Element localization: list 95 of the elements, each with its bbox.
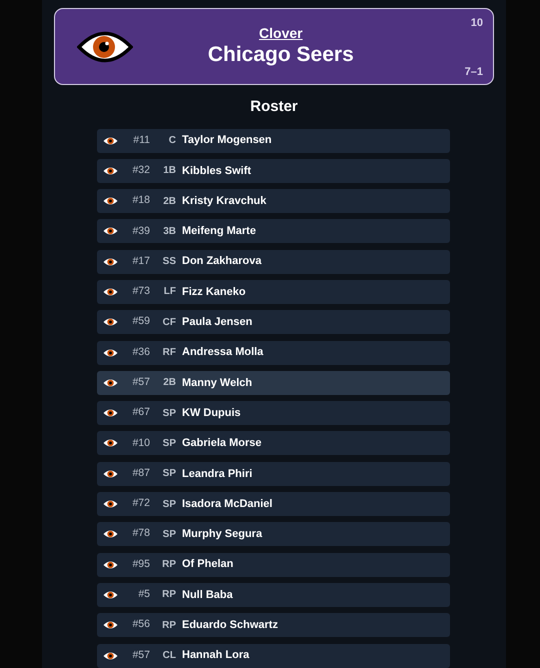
player-position: SS — [162, 255, 177, 270]
player-position: SP — [162, 406, 177, 421]
eye-icon — [103, 378, 118, 388]
player-row[interactable]: #11 C Taylor Mogensen — [97, 128, 450, 152]
player-row[interactable]: #78 SP Murphy Segura — [97, 522, 450, 546]
player-name: Fizz Kaneko — [182, 284, 246, 300]
player-name: Kibbles Swift — [182, 164, 252, 179]
team-record: 7–1 — [464, 64, 483, 80]
player-position: SP — [162, 467, 177, 482]
eye-icon — [103, 317, 118, 328]
player-name: Leandra Phiri — [182, 466, 252, 482]
player-name: Eduardo Schwartz — [182, 618, 278, 633]
player-number: #39 — [131, 224, 151, 239]
player-number: #56 — [131, 617, 151, 632]
player-number: #72 — [131, 496, 151, 512]
player-number: #57 — [131, 375, 151, 390]
player-position: 2B — [162, 194, 177, 209]
team-rank: 10 — [470, 16, 483, 31]
player-name: Isadora McDaniel — [182, 496, 272, 512]
player-row[interactable]: #57 2B Manny Welch — [97, 370, 450, 395]
player-number: #73 — [131, 284, 151, 300]
league-link[interactable]: Clover — [259, 26, 303, 42]
player-row[interactable]: #32 1B Kibbles Swift — [97, 158, 450, 183]
player-number: #10 — [131, 436, 151, 451]
player-row[interactable]: #73 LF Fizz Kaneko — [97, 280, 450, 304]
player-number: #5 — [137, 587, 151, 602]
player-position: RP — [161, 618, 177, 633]
player-row[interactable]: #17 SS Don Zakharova — [97, 250, 450, 274]
player-row[interactable]: #67 SP KW Dupuis — [97, 401, 450, 426]
player-position: C — [168, 134, 177, 148]
player-row[interactable]: #18 2B Kristy Kravchuk — [97, 189, 450, 214]
eye-icon — [103, 286, 118, 297]
player-name: KW Dupuis — [182, 406, 241, 421]
eye-icon — [103, 590, 118, 600]
eye-icon — [103, 650, 118, 661]
roster-title: Roster — [249, 97, 299, 117]
eye-icon — [103, 226, 118, 236]
player-position: CL — [162, 649, 177, 664]
player-row[interactable]: #59 CF Paula Jensen — [97, 310, 450, 334]
player-number: #78 — [131, 526, 151, 542]
player-number: #32 — [131, 162, 151, 178]
player-name: Null Baba — [182, 588, 233, 603]
player-row[interactable]: #5 RP Null Baba — [97, 582, 450, 607]
eye-icon — [103, 499, 118, 510]
player-position: 3B — [162, 224, 177, 239]
player-row[interactable]: #39 3B Meifeng Marte — [97, 219, 450, 244]
player-number: #17 — [131, 254, 151, 269]
eye-icon — [103, 620, 118, 630]
player-name: Of Phelan — [182, 557, 234, 572]
player-row[interactable]: #57 CL Hannah Lora — [97, 644, 450, 668]
eye-icon — [103, 166, 118, 176]
player-position: 2B — [162, 376, 177, 390]
player-number: #95 — [131, 556, 151, 572]
player-row[interactable]: #10 SP Gabriela Morse — [97, 431, 450, 456]
eye-icon — [103, 256, 118, 267]
player-name: Gabriela Morse — [182, 436, 262, 452]
player-row[interactable]: #72 SP Isadora McDaniel — [97, 492, 450, 516]
player-position: RF — [162, 346, 177, 360]
player-name: Kristy Kravchuk — [182, 194, 266, 209]
eye-icon — [103, 529, 118, 540]
player-name: Andressa Molla — [182, 345, 264, 360]
player-number: #57 — [131, 648, 151, 663]
player-number: #36 — [131, 344, 151, 360]
player-row[interactable]: #95 RP Of Phelan — [97, 552, 450, 577]
player-row[interactable]: #87 SP Leandra Phiri — [97, 462, 450, 486]
player-name: Paula Jensen — [182, 315, 252, 330]
player-number: #18 — [131, 193, 151, 208]
player-position: SP — [162, 498, 177, 512]
player-position: CF — [162, 316, 177, 330]
player-name: Hannah Lora — [182, 648, 250, 664]
player-position: SP — [162, 528, 177, 542]
player-number: #87 — [131, 466, 151, 481]
eye-icon — [103, 560, 118, 570]
player-number: #11 — [132, 132, 151, 148]
player-name: Don Zakharova — [182, 254, 262, 270]
player-name: Taylor Mogensen — [182, 133, 272, 148]
player-position: SP — [162, 436, 177, 451]
player-position: RP — [161, 588, 177, 602]
eye-icon — [103, 408, 118, 418]
player-position: LF — [162, 285, 177, 300]
eye-icon — [103, 348, 118, 358]
player-name: Meifeng Marte — [182, 224, 256, 240]
player-position: RP — [161, 558, 177, 572]
player-number: #59 — [131, 314, 151, 330]
eye-icon — [103, 136, 118, 146]
player-position: 1B — [162, 164, 177, 178]
player-row[interactable]: #56 RP Eduardo Schwartz — [97, 613, 450, 638]
eye-icon — [103, 438, 118, 448]
player-name: Murphy Segura — [182, 527, 262, 542]
player-number: #67 — [131, 405, 151, 420]
eye-icon — [103, 196, 118, 206]
eye-icon — [103, 468, 118, 479]
team-name: Chicago Seers — [208, 42, 354, 67]
player-name: Manny Welch — [182, 376, 252, 391]
player-row[interactable]: #36 RF Andressa Molla — [97, 340, 450, 365]
